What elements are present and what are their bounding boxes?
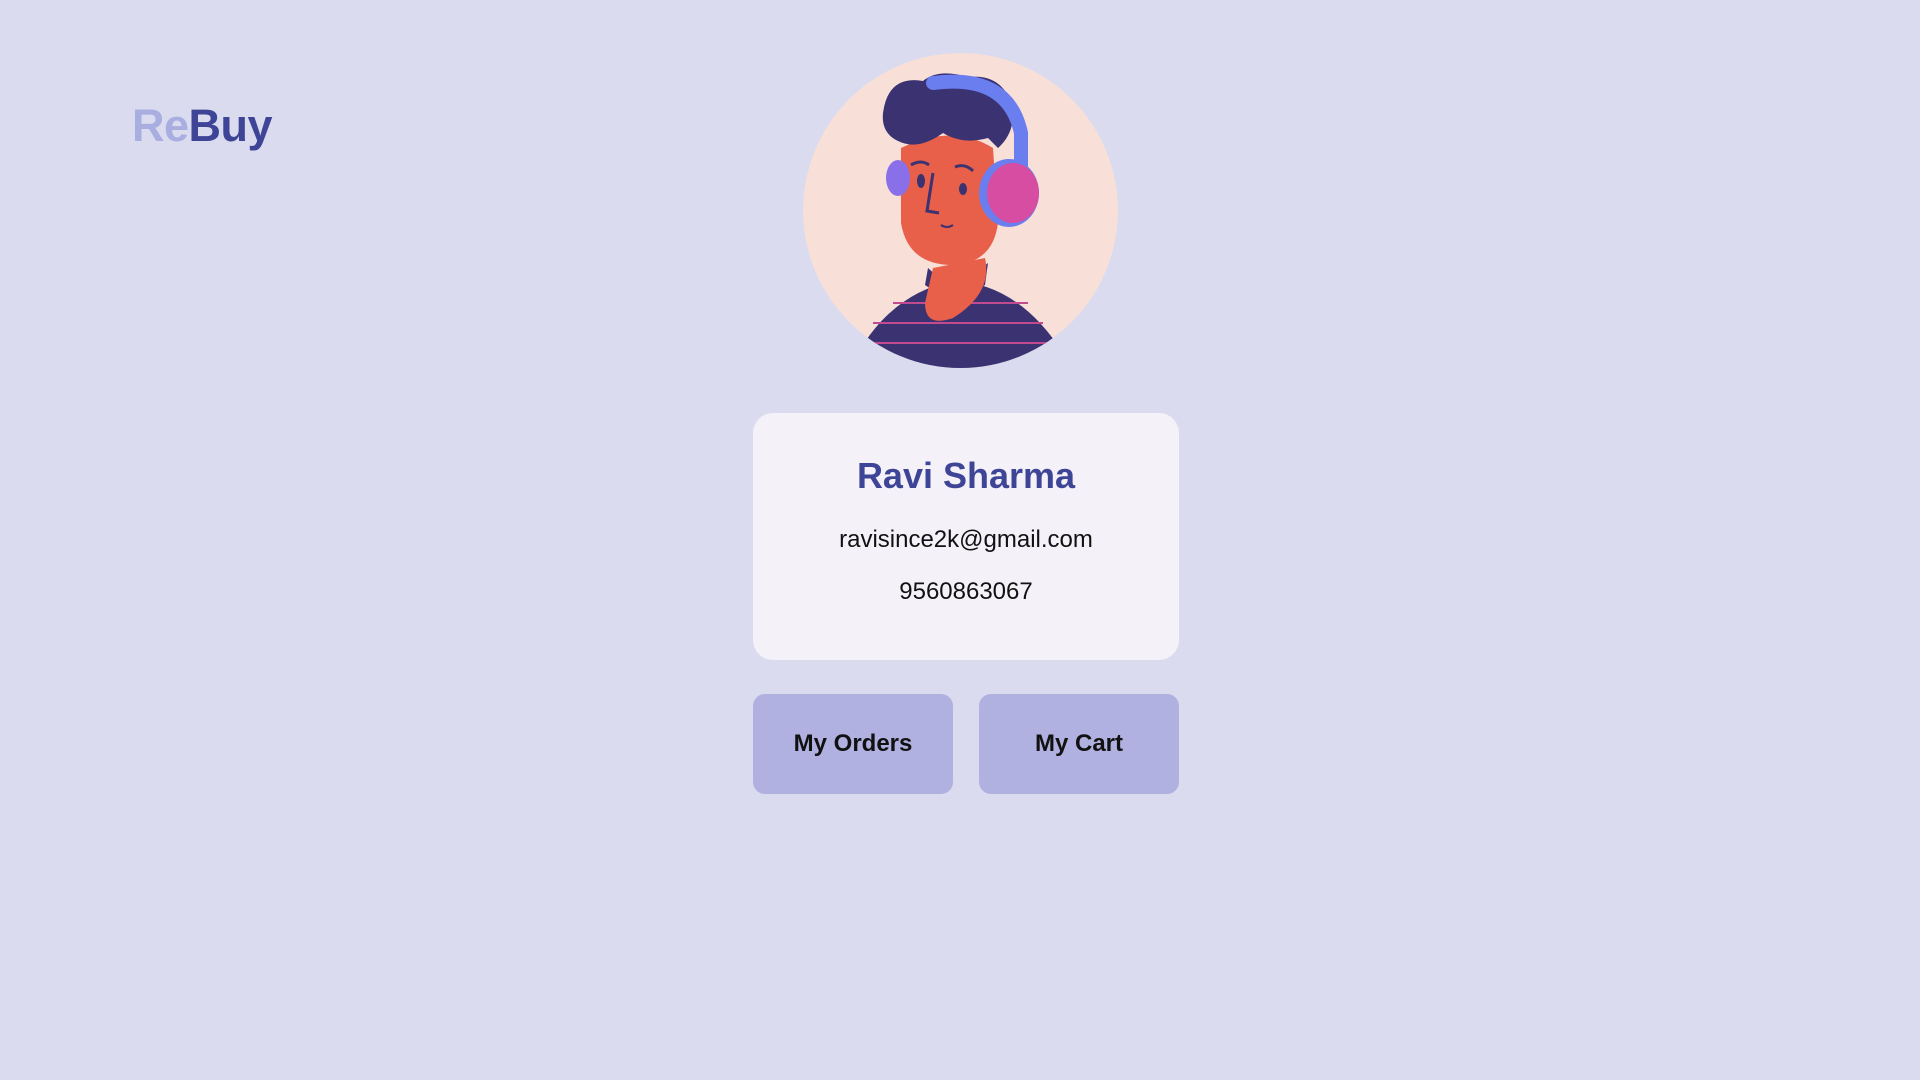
logo-re-text: Re [132, 100, 189, 151]
rebuy-logo[interactable]: ReBuy [132, 98, 273, 154]
profile-name: Ravi Sharma [856, 455, 1076, 496]
profile-page: ReBuy Ravi Sharma ravisince2k@gmail.com … [0, 0, 1920, 1080]
user-avatar-icon [803, 53, 1118, 368]
profile-phone: 9560863067 [899, 578, 1033, 605]
profile-card: Ravi Sharma ravisince2k@gmail.com 956086… [753, 413, 1179, 660]
my-cart-button[interactable]: My Cart [979, 694, 1179, 794]
avatar [803, 53, 1118, 368]
my-orders-button[interactable]: My Orders [753, 694, 953, 794]
profile-email: ravisince2k@gmail.com [839, 526, 1093, 553]
logo-buy-text: Buy [188, 100, 273, 151]
